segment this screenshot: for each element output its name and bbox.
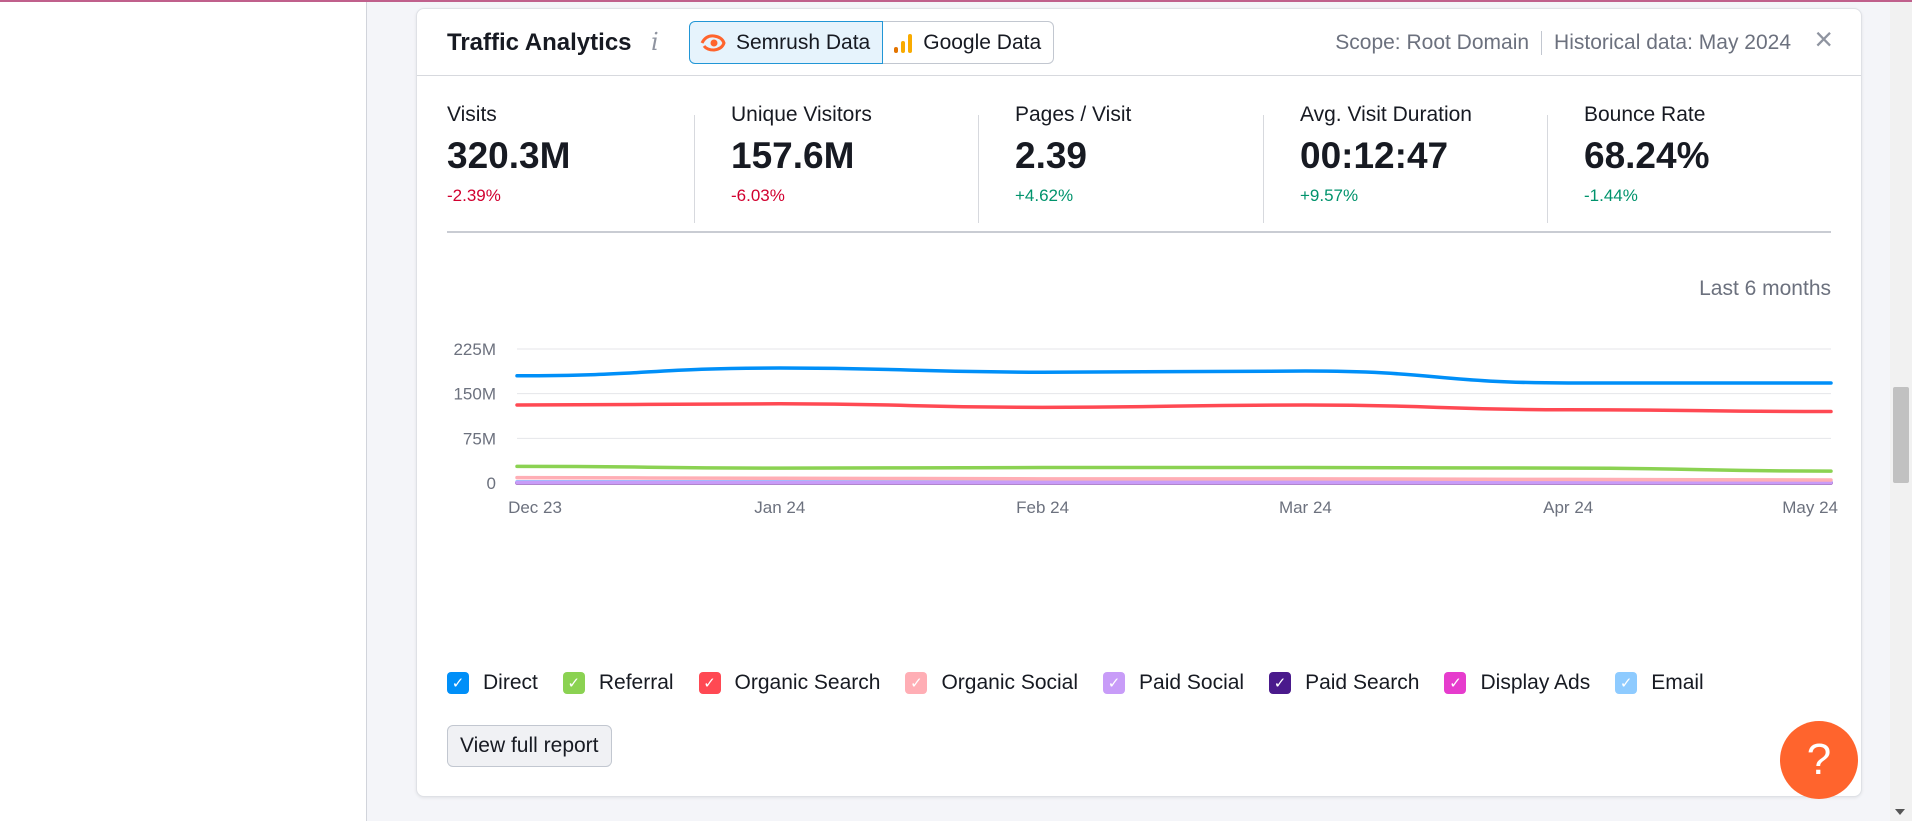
metric-unique-visitors: Unique Visitors 157.6M -6.03%: [731, 103, 872, 211]
metric-divider: [1547, 115, 1548, 223]
y-tick-label: 225M: [453, 340, 496, 359]
checkbox-checked-icon: ✓: [447, 672, 469, 694]
close-icon[interactable]: ×: [1814, 23, 1833, 55]
legend-item-referral[interactable]: ✓ Referral: [562, 671, 674, 695]
metric-label: Bounce Rate: [1584, 103, 1706, 126]
metric-label: Visits: [447, 103, 497, 126]
google-analytics-icon: [894, 33, 913, 53]
scope-text: Scope: Root Domain: [1335, 31, 1530, 54]
metric-value: 157.6M: [731, 135, 855, 176]
checkbox-checked-icon: ✓: [698, 672, 721, 694]
x-tick-label: Dec 23: [508, 498, 562, 517]
info-icon[interactable]: i: [651, 28, 659, 56]
metric-visits: Visits 320.3M -2.39%: [447, 103, 570, 211]
legend-label: Organic Search: [734, 671, 881, 694]
x-tick-label: May 24: [1782, 498, 1838, 517]
checkbox-checked-icon: ✓: [562, 672, 585, 694]
help-question-icon[interactable]: ?: [1780, 721, 1858, 799]
metric-divider: [1263, 115, 1264, 223]
data-source-toggle: Semrush Data Google Data: [689, 21, 1055, 64]
metric-divider: [694, 115, 695, 223]
series-line-referral: [515, 464, 1833, 473]
series-line-organic-social: [515, 475, 1833, 482]
metric-avg-visit-duration: Avg. Visit Duration 00:12:47 +9.57%: [1300, 103, 1472, 211]
legend-item-paid-search[interactable]: ✓ Paid Search: [1269, 671, 1419, 695]
metric-delta: +9.57%: [1300, 186, 1359, 205]
legend-label: Paid Social: [1139, 671, 1245, 694]
metric-value: 00:12:47: [1300, 135, 1449, 176]
metric-pages-per-visit: Pages / Visit 2.39 +4.62%: [1015, 103, 1131, 211]
legend-item-email[interactable]: ✓ Email: [1615, 671, 1704, 695]
legend-label: Referral: [598, 671, 674, 694]
scrollbar-thumb[interactable]: [1893, 387, 1909, 483]
scroll-down-arrow-icon[interactable]: [1895, 809, 1905, 815]
checkbox-checked-icon: ✓: [1615, 672, 1638, 694]
y-tick-label: 0: [487, 474, 496, 493]
metric-divider: [978, 115, 979, 223]
google-data-label: Google Data: [923, 30, 1042, 54]
series-line-organic-search: [515, 402, 1833, 414]
metric-delta: +4.62%: [1015, 186, 1074, 205]
x-tick-label: Apr 24: [1543, 498, 1593, 517]
traffic-analytics-card: Traffic Analytics i Semrush Data Google …: [416, 8, 1862, 797]
card-header: Traffic Analytics i Semrush Data Google …: [417, 9, 1861, 76]
legend-label: Display Ads: [1480, 671, 1591, 694]
metric-delta: -1.44%: [1584, 186, 1638, 205]
header-meta: Scope: Root Domain Historical data: May …: [1335, 31, 1791, 55]
checkbox-checked-icon: ✓: [1269, 672, 1292, 694]
meta-divider: [1541, 31, 1543, 55]
metric-value: 2.39: [1015, 135, 1088, 176]
historical-data-text: Historical data: May 2024: [1554, 31, 1791, 54]
metric-label: Pages / Visit: [1015, 103, 1132, 126]
metric-label: Avg. Visit Duration: [1300, 103, 1472, 126]
legend-item-paid-social[interactable]: ✓ Paid Social: [1103, 671, 1244, 695]
semrush-data-label: Semrush Data: [736, 30, 871, 54]
semrush-data-button[interactable]: Semrush Data: [689, 21, 884, 64]
checkbox-checked-icon: ✓: [1103, 672, 1126, 694]
legend-item-direct[interactable]: ✓ Direct: [447, 671, 538, 695]
page-scrollbar[interactable]: [1890, 2, 1912, 821]
y-tick-label: 150M: [453, 385, 496, 404]
semrush-logo-icon: [700, 33, 726, 52]
date-range-selector[interactable]: Last 6 months: [1699, 277, 1831, 301]
card-title: Traffic Analytics: [447, 29, 632, 56]
checkbox-checked-icon: ✓: [905, 672, 928, 694]
series-line-direct: [515, 366, 1833, 385]
legend-label: Email: [1651, 671, 1704, 694]
legend-label: Paid Search: [1305, 671, 1420, 694]
x-tick-label: Feb 24: [1016, 498, 1069, 517]
view-full-report-button[interactable]: View full report: [447, 725, 612, 767]
x-tick-label: Mar 24: [1279, 498, 1332, 517]
legend-label: Organic Social: [941, 671, 1079, 694]
metric-value: 320.3M: [447, 135, 571, 176]
metric-bounce-rate: Bounce Rate 68.24% -1.44%: [1584, 103, 1710, 211]
metric-value: 68.24%: [1584, 135, 1710, 176]
legend-item-organic-social[interactable]: ✓ Organic Social: [905, 671, 1078, 695]
y-tick-label: 75M: [463, 429, 496, 448]
chart-legend: ✓ Direct ✓ Referral ✓ Organic Search ✓ O…: [447, 671, 1729, 695]
x-tick-label: Jan 24: [754, 498, 805, 517]
metric-delta: -2.39%: [447, 186, 501, 205]
metric-label: Unique Visitors: [731, 103, 872, 126]
left-pane: [0, 2, 367, 821]
traffic-line-chart: 0 75M 150M 225M Dec 23 Jan 24 Feb 24 Mar 24 Apr …: [453, 340, 1838, 517]
metrics-row: Visits 320.3M -2.39% Unique Visitors 157…: [447, 103, 1831, 233]
google-data-button[interactable]: Google Data: [883, 21, 1055, 64]
checkbox-checked-icon: ✓: [1444, 672, 1467, 694]
legend-label: Direct: [483, 671, 538, 694]
legend-item-organic-search[interactable]: ✓ Organic Search: [698, 671, 881, 695]
legend-item-display-ads[interactable]: ✓ Display Ads: [1444, 671, 1590, 695]
metric-delta: -6.03%: [731, 186, 785, 205]
